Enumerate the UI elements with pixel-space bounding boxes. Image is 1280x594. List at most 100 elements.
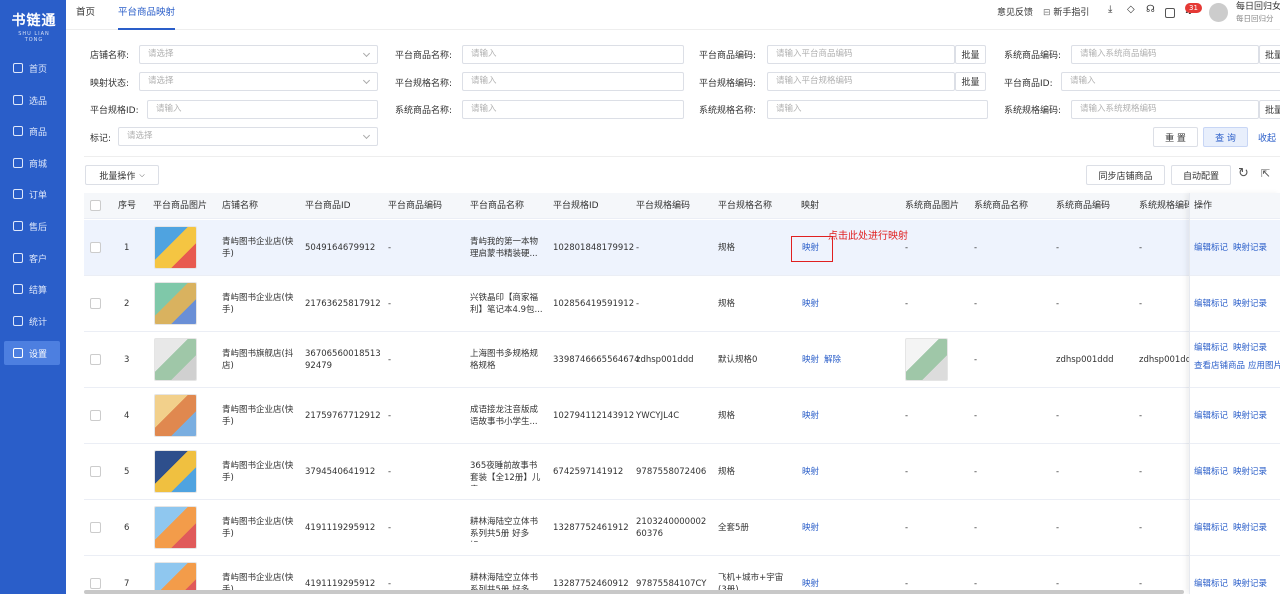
system-spec-name-input[interactable]: 请输入 — [767, 100, 988, 119]
unmap-link[interactable]: 解除 — [824, 354, 841, 366]
sidebar-item-statistics[interactable]: 统计 — [4, 309, 60, 333]
map-link[interactable]: 映射 — [802, 578, 819, 590]
sidebar-item-selection[interactable]: 选品 — [4, 88, 60, 112]
row-checkbox[interactable] — [90, 466, 101, 477]
shop-name-select[interactable]: 请选择 — [139, 45, 378, 64]
sidebar-item-settings[interactable]: 设置 — [4, 341, 60, 365]
sidebar-item-orders[interactable]: 订单 — [4, 182, 60, 206]
platform-product-id: 21759767712912 — [305, 411, 381, 421]
platform-product-id: 4191119295912 — [305, 523, 376, 533]
refresh-icon[interactable]: ↻ — [1238, 166, 1249, 181]
platform-product-code-input[interactable]: 请输入平台商品编码 — [767, 45, 955, 64]
row-checkbox[interactable] — [90, 354, 101, 365]
map-link[interactable]: 映射 — [802, 522, 819, 534]
platform-product-image[interactable] — [154, 450, 197, 493]
platform-product-name-input[interactable]: 请输入 — [462, 45, 684, 64]
tab-platform-mapping[interactable]: 平台商品映射 — [118, 0, 176, 30]
map-link[interactable]: 映射 — [802, 242, 819, 254]
system-product-image[interactable] — [905, 338, 948, 381]
order-icon — [13, 189, 23, 199]
row-checkbox[interactable] — [90, 578, 101, 589]
grid-icon — [13, 95, 23, 105]
edit-tag-link[interactable]: 编辑标记 — [1194, 342, 1228, 354]
platform-product-image[interactable] — [154, 394, 197, 437]
apply-image-link[interactable]: 应用图片 — [1248, 360, 1280, 372]
export-icon[interactable]: ⇱ — [1261, 167, 1270, 180]
platform-spec-name-input[interactable]: 请输入 — [462, 72, 684, 91]
download-icon[interactable]: ⤓ — [1108, 4, 1118, 15]
row-checkbox[interactable] — [90, 410, 101, 421]
edit-tag-link[interactable]: 编辑标记 — [1194, 242, 1228, 254]
avatar[interactable] — [1209, 3, 1228, 22]
map-records-link[interactable]: 映射记录 — [1233, 342, 1267, 354]
platform-spec-id-label: 平台规格ID: — [90, 106, 139, 116]
platform-spec-id: 13287752460912 — [553, 579, 629, 589]
auto-config-button[interactable]: 自动配置 — [1171, 165, 1231, 185]
platform-product-code: - — [388, 355, 392, 365]
feedback-link[interactable]: 意见反馈 — [997, 0, 1033, 30]
map-link[interactable]: 映射 — [802, 298, 819, 310]
view-shop-product-link[interactable]: 查看店铺商品 — [1194, 360, 1245, 372]
sidebar-item-products[interactable]: 商品 — [4, 119, 60, 143]
sidebar-item-customers[interactable]: 客户 — [4, 246, 60, 270]
row-checkbox[interactable] — [90, 242, 101, 253]
system-product-name-input[interactable]: 请输入 — [462, 100, 684, 119]
map-records-link[interactable]: 映射记录 — [1233, 466, 1267, 478]
map-link[interactable]: 映射 — [802, 466, 819, 478]
edit-tag-link[interactable]: 编辑标记 — [1194, 522, 1228, 534]
select-all-checkbox[interactable] — [90, 200, 101, 211]
platform-product-image[interactable] — [154, 506, 197, 549]
platform-spec-name-label: 平台规格名称: — [395, 79, 453, 89]
sidebar-item-aftersale[interactable]: 售后 — [4, 214, 60, 238]
diamond-icon[interactable]: ◇ — [1127, 4, 1137, 15]
system-spec-name-label: 系统规格名称: — [699, 106, 757, 116]
system-spec-code-input[interactable]: 请输入系统规格编码 — [1071, 100, 1259, 119]
platform-product-image[interactable] — [154, 226, 197, 269]
platform-spec-id: 6742597141912 — [553, 467, 624, 477]
sidebar-item-mall[interactable]: 商城 — [4, 151, 60, 175]
platform-spec-name: 全套5册 — [718, 523, 749, 533]
batch-system-spec-code-button[interactable]: 批量 — [1259, 100, 1280, 119]
tag-select[interactable]: 请选择 — [118, 127, 378, 146]
platform-spec-id-input[interactable]: 请输入 — [147, 100, 378, 119]
edit-tag-link[interactable]: 编辑标记 — [1194, 578, 1228, 590]
platform-product-id-label: 平台商品ID: — [1004, 79, 1053, 89]
tab-home[interactable]: 首页 — [76, 0, 95, 30]
edit-tag-link[interactable]: 编辑标记 — [1194, 410, 1228, 422]
map-records-link[interactable]: 映射记录 — [1233, 522, 1267, 534]
sync-shop-products-button[interactable]: 同步店铺商品 — [1086, 165, 1165, 185]
th-system-image: 系统商品图片 — [905, 201, 960, 211]
edit-tag-link[interactable]: 编辑标记 — [1194, 466, 1228, 478]
horizontal-scrollbar[interactable] — [84, 590, 1184, 594]
batch-system-product-code-button[interactable]: 批量 — [1259, 45, 1280, 64]
guide-link[interactable]: ⊟ 新手指引 — [1043, 0, 1089, 30]
system-product-code-input[interactable]: 请输入系统商品编码 — [1071, 45, 1259, 64]
sidebar-item-home[interactable]: 首页 — [4, 56, 60, 80]
platform-spec-code-input[interactable]: 请输入平台规格编码 — [767, 72, 955, 91]
sidebar-item-settlement[interactable]: 结算 — [4, 277, 60, 301]
platform-product-id: 5049164679912 — [305, 243, 376, 253]
edit-tag-link[interactable]: 编辑标记 — [1194, 298, 1228, 310]
platform-product-id-input[interactable]: 请输入 — [1061, 72, 1280, 91]
map-records-link[interactable]: 映射记录 — [1233, 578, 1267, 590]
platform-product-image[interactable] — [154, 282, 197, 325]
reset-button[interactable]: 重 置 — [1153, 127, 1198, 147]
map-link[interactable]: 映射 — [802, 354, 819, 366]
search-button[interactable]: 查 询 — [1203, 127, 1248, 147]
map-records-link[interactable]: 映射记录 — [1233, 242, 1267, 254]
batch-platform-product-code-button[interactable]: 批量 — [955, 45, 986, 64]
map-records-link[interactable]: 映射记录 — [1233, 410, 1267, 422]
row-checkbox[interactable] — [90, 522, 101, 533]
batch-platform-spec-code-button[interactable]: 批量 — [955, 72, 986, 91]
map-status-select[interactable]: 请选择 — [139, 72, 378, 91]
user-info[interactable]: 每日回归女 每日回归分 — [1236, 1, 1280, 25]
platform-product-image[interactable] — [154, 338, 197, 381]
map-link[interactable]: 映射 — [802, 410, 819, 422]
map-records-link[interactable]: 映射记录 — [1233, 298, 1267, 310]
screen-icon[interactable] — [1165, 8, 1175, 18]
headset-icon[interactable]: ☊ — [1146, 4, 1156, 15]
batch-ops-button[interactable]: 批量操作 ⌵ — [85, 165, 159, 185]
row-checkbox[interactable] — [90, 298, 101, 309]
collapse-button[interactable]: 收起 — [1254, 127, 1280, 147]
system-product-image-empty: - — [905, 243, 909, 253]
